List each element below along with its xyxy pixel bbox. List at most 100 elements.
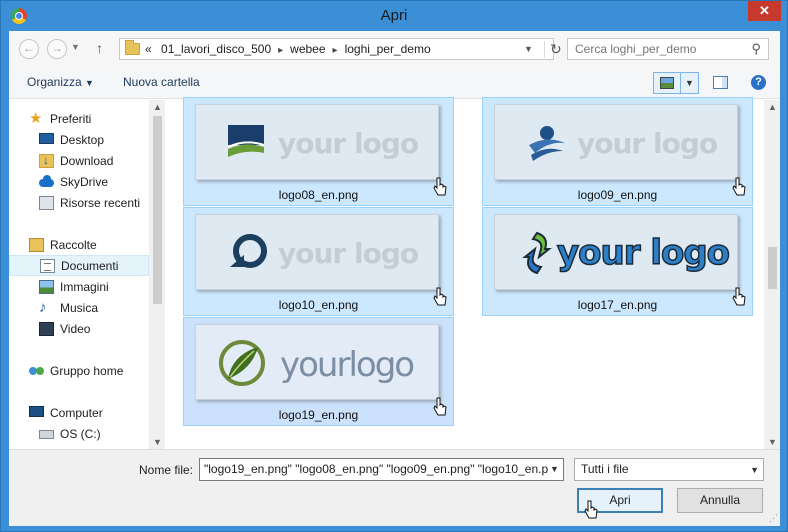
refresh-icon[interactable]: ↻ [544,41,562,58]
file-item[interactable]: yourlogo logo19_en.png [183,317,454,426]
address-row: ← → ▼ ↑ « 01_lavori_disco_500 ▸ webee ▸ logh… [9,31,780,67]
desktop-icon [39,133,54,144]
computer-icon [29,406,44,417]
logo-mark-icon [230,234,267,268]
scroll-down-icon[interactable]: ▼ [768,437,777,447]
new-folder-button[interactable]: Nuova cartella [123,75,200,89]
folder-icon [125,40,140,55]
scrollbar-thumb[interactable] [153,116,162,304]
breadcrumb: « 01_lavori_disco_500 ▸ webee ▸ loghi_per_de… [145,42,431,56]
file-item[interactable]: your logo logo09_en.png [482,97,753,206]
organize-button[interactable]: Organizza ▼ [27,75,94,89]
help-icon[interactable]: ? [751,75,766,90]
file-name: logo19_en.png [278,408,359,422]
chevron-down-icon[interactable]: ▼ [546,459,563,480]
sidebar-item-favorites[interactable]: ★ Preferiti [9,109,149,130]
sidebar-item-label: Raccolte [50,238,97,252]
file-item[interactable]: your logo logo08_en.png [183,97,454,206]
sidebar-item-label: Computer [50,406,103,420]
resize-grip-icon[interactable]: ⋰ [769,513,778,524]
preview-pane-icon[interactable] [713,76,728,89]
title-bar[interactable]: Apri ✕ [1,1,787,31]
scroll-up-icon[interactable]: ▲ [768,102,777,112]
logo-wordmark: your logo [556,232,731,274]
file-item[interactable]: your logo logo10_en.png [183,207,454,316]
address-bar[interactable]: « 01_lavori_disco_500 ▸ webee ▸ loghi_per_de… [119,38,562,60]
breadcrumb-item[interactable]: webee [290,42,325,56]
sidebar-item-skydrive[interactable]: SkyDrive [9,172,149,193]
file-type-value: Tutti i file [581,462,629,476]
command-bar: Organizza ▼ Nuova cartella ▼ ? [9,67,780,99]
sidebar-item-images[interactable]: Immagini [9,277,149,298]
sidebar-item-video[interactable]: Video [9,319,149,340]
file-thumbnail: yourlogo [195,324,439,400]
file-item[interactable]: your logo logo17_en.png [482,207,753,316]
recent-locations-chevron-icon[interactable]: ▼ [71,42,80,52]
organize-label: Organizza [27,75,82,89]
file-name: logo08_en.png [278,188,359,202]
sidebar-item-computer[interactable]: Computer [9,403,149,424]
hand-cursor-icon [584,500,598,519]
logo-mark-icon [522,231,552,275]
sidebar-scrollbar[interactable]: ▲ ▼ [149,100,165,449]
sidebar-item-label: Risorse recenti [60,196,141,210]
homegroup-icon [29,364,44,378]
up-arrow-icon[interactable]: ↑ [96,40,103,56]
file-thumbnail: your logo [494,104,738,180]
scrollbar-thumb[interactable] [768,247,777,289]
chevron-down-icon[interactable]: ▼ [680,73,698,93]
back-button[interactable]: ← [19,39,39,59]
address-dropdown-icon[interactable]: ▼ [524,44,533,54]
sidebar-item-libraries[interactable]: Raccolte [9,235,149,256]
search-input[interactable]: Cerca loghi_per_demo [575,42,696,56]
sidebar-item-label: Immagini [60,280,109,294]
pictures-icon [39,280,54,294]
cloud-icon [39,175,54,189]
sidebar-item-label: Documenti [61,259,119,273]
sidebar-item-label: Download [60,154,114,168]
file-type-select[interactable]: Tutti i file ▼ [574,458,764,481]
dialog-footer: Nome file: "logo19_en.png" "logo08_en.pn… [9,449,780,526]
filename-field[interactable]: "logo19_en.png" "logo08_en.png" "logo09_… [199,458,564,481]
file-thumbnail: your logo [494,214,738,290]
search-icon[interactable]: ⚲ [751,41,761,57]
file-list-scrollbar[interactable]: ▲ ▼ [764,100,780,449]
logo-wordmark: yourlogo [280,345,415,385]
breadcrumb-item[interactable]: loghi_per_demo [345,42,431,56]
star-icon: ★ [29,110,43,127]
sidebar-item-label: Preferiti [50,112,92,126]
drive-icon [39,430,54,439]
video-icon [39,322,54,336]
file-name: logo17_en.png [577,298,658,312]
download-folder-icon [39,153,54,168]
forward-button[interactable]: → [47,39,67,59]
sidebar-item-download[interactable]: Download [9,151,149,172]
breadcrumb-separator-icon[interactable]: ▸ [278,45,283,56]
file-thumbnail: your logo [195,104,439,180]
logo-mark-icon [227,125,265,157]
documents-icon [40,259,55,273]
scroll-up-icon[interactable]: ▲ [153,102,162,112]
image-view-icon [660,77,674,89]
sidebar-item-recent[interactable]: Risorse recenti [9,193,149,214]
navigation-pane: ★ Preferiti Desktop Download SkyDrive Ri… [9,100,165,449]
file-list: your logo logo08_en.png your logo logo09… [173,97,780,449]
logo-mark-icon [529,126,565,161]
search-box[interactable]: Cerca loghi_per_demo ⚲ [567,38,769,60]
sidebar-item-documents[interactable]: Documenti [9,255,149,276]
close-button[interactable]: ✕ [748,1,781,21]
change-view-button[interactable]: ▼ [653,72,699,94]
sidebar-item-homegroup[interactable]: Gruppo home [9,361,149,382]
breadcrumb-separator-icon[interactable]: ▸ [333,45,338,56]
logo-wordmark: your logo [577,127,718,160]
file-name: logo09_en.png [577,188,658,202]
sidebar-item-desktop[interactable]: Desktop [9,130,149,151]
sidebar-item-music[interactable]: ♪ Musica [9,298,149,319]
sidebar-item-label: Musica [60,301,99,315]
music-note-icon: ♪ [39,299,47,316]
scroll-down-icon[interactable]: ▼ [153,437,162,447]
sidebar-item-drive-c[interactable]: OS (C:) [9,424,149,445]
cancel-button[interactable]: Annulla [677,488,763,513]
breadcrumb-overflow[interactable]: « [145,42,152,56]
breadcrumb-item[interactable]: 01_lavori_disco_500 [161,42,271,56]
